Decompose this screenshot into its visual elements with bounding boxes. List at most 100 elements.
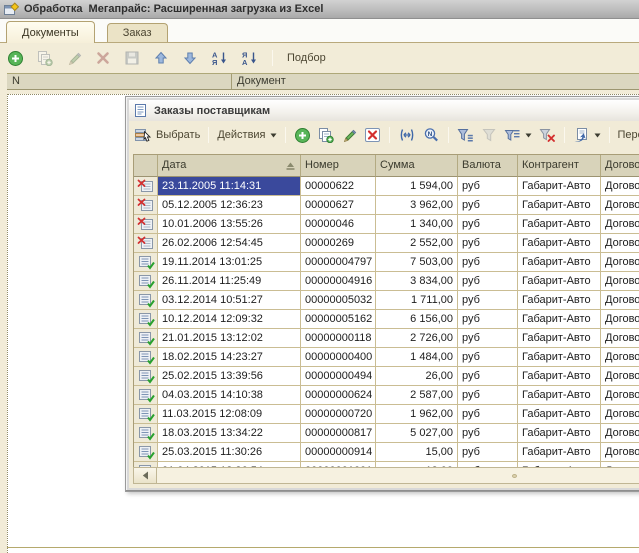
filter-value-button[interactable] <box>479 124 499 146</box>
order-cell-date[interactable]: 25.02.2015 13:39:56 <box>158 367 301 386</box>
order-status-cell[interactable] <box>134 272 158 291</box>
scrollbar-track[interactable] <box>157 468 639 483</box>
order-cell-contractor[interactable]: Габарит-Авто <box>518 386 601 405</box>
order-cell-sum[interactable]: 1 484,00 <box>376 348 458 367</box>
order-cell-currency[interactable]: руб <box>458 234 518 253</box>
add-button[interactable] <box>292 124 313 146</box>
order-cell-date[interactable]: 03.12.2014 10:51:27 <box>158 291 301 310</box>
order-status-cell[interactable] <box>134 291 158 310</box>
column-header-n[interactable]: N <box>7 74 232 89</box>
move-down-button[interactable] <box>180 47 200 69</box>
order-status-cell[interactable] <box>134 310 158 329</box>
order-cell-date[interactable]: 18.02.2015 14:23:27 <box>158 348 301 367</box>
order-cell-contract[interactable]: Договор <box>601 443 639 462</box>
order-cell-contractor[interactable]: Габарит-Авто <box>518 424 601 443</box>
order-status-cell[interactable] <box>134 348 158 367</box>
order-cell-sum[interactable]: 3 834,00 <box>376 272 458 291</box>
actions-menu-button[interactable]: Действия <box>215 124 278 146</box>
fit-width-button[interactable] <box>396 124 418 146</box>
order-cell-number[interactable]: 00000269 <box>301 234 376 253</box>
order-cell-sum[interactable]: 6 156,00 <box>376 310 458 329</box>
order-cell-contractor[interactable]: Габарит-Авто <box>518 329 601 348</box>
order-cell-contractor[interactable]: Габарит-Авто <box>518 196 601 215</box>
order-cell-sum[interactable]: 7 503,00 <box>376 253 458 272</box>
order-cell-date[interactable]: 10.01.2006 13:55:26 <box>158 215 301 234</box>
order-cell-currency[interactable]: руб <box>458 272 518 291</box>
orders-column-header-contract[interactable]: Договор <box>601 155 639 177</box>
order-cell-currency[interactable]: руб <box>458 177 518 196</box>
order-status-cell[interactable] <box>134 367 158 386</box>
order-cell-number[interactable]: 00000005032 <box>301 291 376 310</box>
order-cell-number[interactable]: 00000000817 <box>301 424 376 443</box>
order-cell-number[interactable]: 00000000118 <box>301 329 376 348</box>
order-cell-contractor[interactable]: Габарит-Авто <box>518 443 601 462</box>
save-button[interactable] <box>122 47 142 69</box>
add-button[interactable] <box>5 47 26 69</box>
sort-desc-button[interactable]: ЯА <box>239 47 260 69</box>
order-cell-contract[interactable]: Договор <box>601 386 639 405</box>
order-cell-date[interactable]: 05.12.2005 12:36:23 <box>158 196 301 215</box>
order-cell-sum[interactable]: 2 552,00 <box>376 234 458 253</box>
order-cell-date[interactable]: 19.11.2014 13:01:25 <box>158 253 301 272</box>
order-cell-number[interactable]: 00000046 <box>301 215 376 234</box>
order-cell-date[interactable]: 10.12.2014 12:09:32 <box>158 310 301 329</box>
order-cell-sum[interactable]: 2 726,00 <box>376 329 458 348</box>
tab-order[interactable]: Заказ <box>107 23 168 42</box>
order-cell-contract[interactable]: Договор <box>601 424 639 443</box>
order-status-cell[interactable] <box>134 386 158 405</box>
find-number-button[interactable]: N <box>421 124 442 146</box>
create-based-on-button[interactable] <box>571 124 603 146</box>
order-cell-number[interactable]: 00000000914 <box>301 443 376 462</box>
order-status-cell[interactable] <box>134 253 158 272</box>
order-cell-contractor[interactable]: Габарит-Авто <box>518 234 601 253</box>
order-cell-contractor[interactable]: Габарит-Авто <box>518 177 601 196</box>
order-cell-number[interactable]: 00000004916 <box>301 272 376 291</box>
add-copy-button[interactable] <box>35 47 55 69</box>
order-cell-number[interactable]: 00000627 <box>301 196 376 215</box>
filter-clear-button[interactable] <box>537 124 558 146</box>
order-cell-currency[interactable]: руб <box>458 405 518 424</box>
order-cell-sum[interactable]: 5 027,00 <box>376 424 458 443</box>
order-cell-number[interactable]: 00000000720 <box>301 405 376 424</box>
order-cell-sum[interactable]: 3 962,00 <box>376 196 458 215</box>
order-cell-date[interactable]: 04.03.2015 14:10:38 <box>158 386 301 405</box>
orders-column-header-currency[interactable]: Валюта <box>458 155 518 177</box>
order-cell-date[interactable]: 18.03.2015 13:34:22 <box>158 424 301 443</box>
order-cell-date[interactable]: 23.11.2005 11:14:31 <box>158 177 301 196</box>
order-cell-contract[interactable]: Договор <box>601 253 639 272</box>
delete-button[interactable] <box>93 47 113 69</box>
scrollbar-grip[interactable] <box>512 474 517 478</box>
order-cell-contract[interactable]: Договор <box>601 215 639 234</box>
order-cell-contractor[interactable]: Габарит-Авто <box>518 367 601 386</box>
order-status-cell[interactable] <box>134 177 158 196</box>
order-status-cell[interactable] <box>134 424 158 443</box>
horizontal-scrollbar[interactable] <box>133 467 639 484</box>
orders-column-header-date[interactable]: Дата <box>158 155 301 177</box>
order-cell-number[interactable]: 00000000400 <box>301 348 376 367</box>
order-status-cell[interactable] <box>134 443 158 462</box>
sort-asc-button[interactable]: АЯ <box>209 47 230 69</box>
order-cell-sum[interactable]: 15,00 <box>376 443 458 462</box>
order-cell-contract[interactable]: Договор <box>601 367 639 386</box>
order-cell-currency[interactable]: руб <box>458 443 518 462</box>
order-cell-date[interactable]: 25.03.2015 11:30:26 <box>158 443 301 462</box>
order-status-cell[interactable] <box>134 405 158 424</box>
order-cell-currency[interactable]: руб <box>458 215 518 234</box>
orders-column-header-contractor[interactable]: Контрагент <box>518 155 601 177</box>
order-cell-contract[interactable]: Договор <box>601 272 639 291</box>
move-up-button[interactable] <box>151 47 171 69</box>
select-button[interactable]: Выбрать <box>132 124 202 146</box>
dialog-titlebar[interactable]: Заказы поставщикам <box>129 100 639 121</box>
order-cell-date[interactable]: 21.01.2015 13:12:02 <box>158 329 301 348</box>
order-cell-sum[interactable]: 1 711,00 <box>376 291 458 310</box>
order-cell-contractor[interactable]: Габарит-Авто <box>518 291 601 310</box>
order-cell-sum[interactable]: 2 587,00 <box>376 386 458 405</box>
order-status-cell[interactable] <box>134 234 158 253</box>
order-cell-contract[interactable]: Договор <box>601 234 639 253</box>
tab-documents[interactable]: Документы <box>6 21 95 43</box>
order-cell-contractor[interactable]: Габарит-Авто <box>518 215 601 234</box>
order-cell-currency[interactable]: руб <box>458 253 518 272</box>
order-cell-currency[interactable]: руб <box>458 329 518 348</box>
order-cell-contractor[interactable]: Габарит-Авто <box>518 348 601 367</box>
orders-column-header-icon[interactable] <box>134 155 158 177</box>
